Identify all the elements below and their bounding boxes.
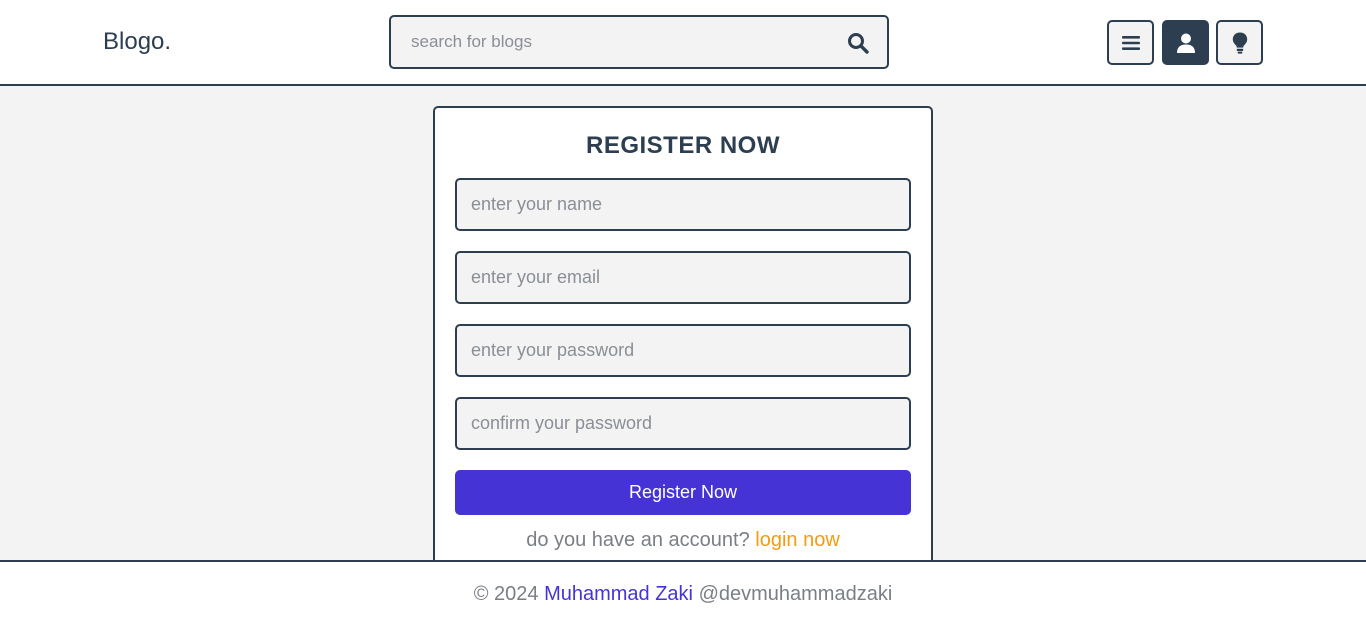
login-prompt: do you have an account? login now bbox=[435, 529, 931, 552]
menu-button[interactable] bbox=[1107, 20, 1154, 65]
author-handle: @devmuhammadzaki bbox=[698, 583, 893, 605]
user-button[interactable] bbox=[1162, 20, 1209, 65]
register-form-container: REGISTER NOW Register Now do you have an… bbox=[433, 106, 933, 576]
login-link[interactable]: login now bbox=[755, 529, 840, 551]
lightbulb-icon bbox=[1232, 32, 1247, 54]
confirm-password-field[interactable] bbox=[455, 397, 911, 450]
register-button[interactable]: Register Now bbox=[455, 470, 911, 515]
copyright-text: © 2024 bbox=[473, 583, 539, 605]
theme-toggle-button[interactable] bbox=[1216, 20, 1263, 65]
search-form bbox=[389, 15, 889, 69]
search-icon[interactable] bbox=[847, 32, 869, 54]
site-footer: © 2024 Muhammad Zaki @devmuhammadzaki bbox=[0, 560, 1366, 626]
site-logo[interactable]: Blogo. bbox=[103, 28, 171, 56]
site-header: Blogo. bbox=[0, 0, 1366, 86]
name-field[interactable] bbox=[455, 178, 911, 231]
search-input[interactable] bbox=[411, 17, 831, 67]
login-prompt-text: do you have an account? bbox=[526, 529, 750, 551]
author-name: Muhammad Zaki bbox=[544, 583, 693, 605]
user-icon bbox=[1176, 33, 1195, 53]
email-field[interactable] bbox=[455, 251, 911, 304]
password-field[interactable] bbox=[455, 324, 911, 377]
form-title: REGISTER NOW bbox=[585, 132, 780, 159]
menu-icon bbox=[1121, 35, 1140, 50]
